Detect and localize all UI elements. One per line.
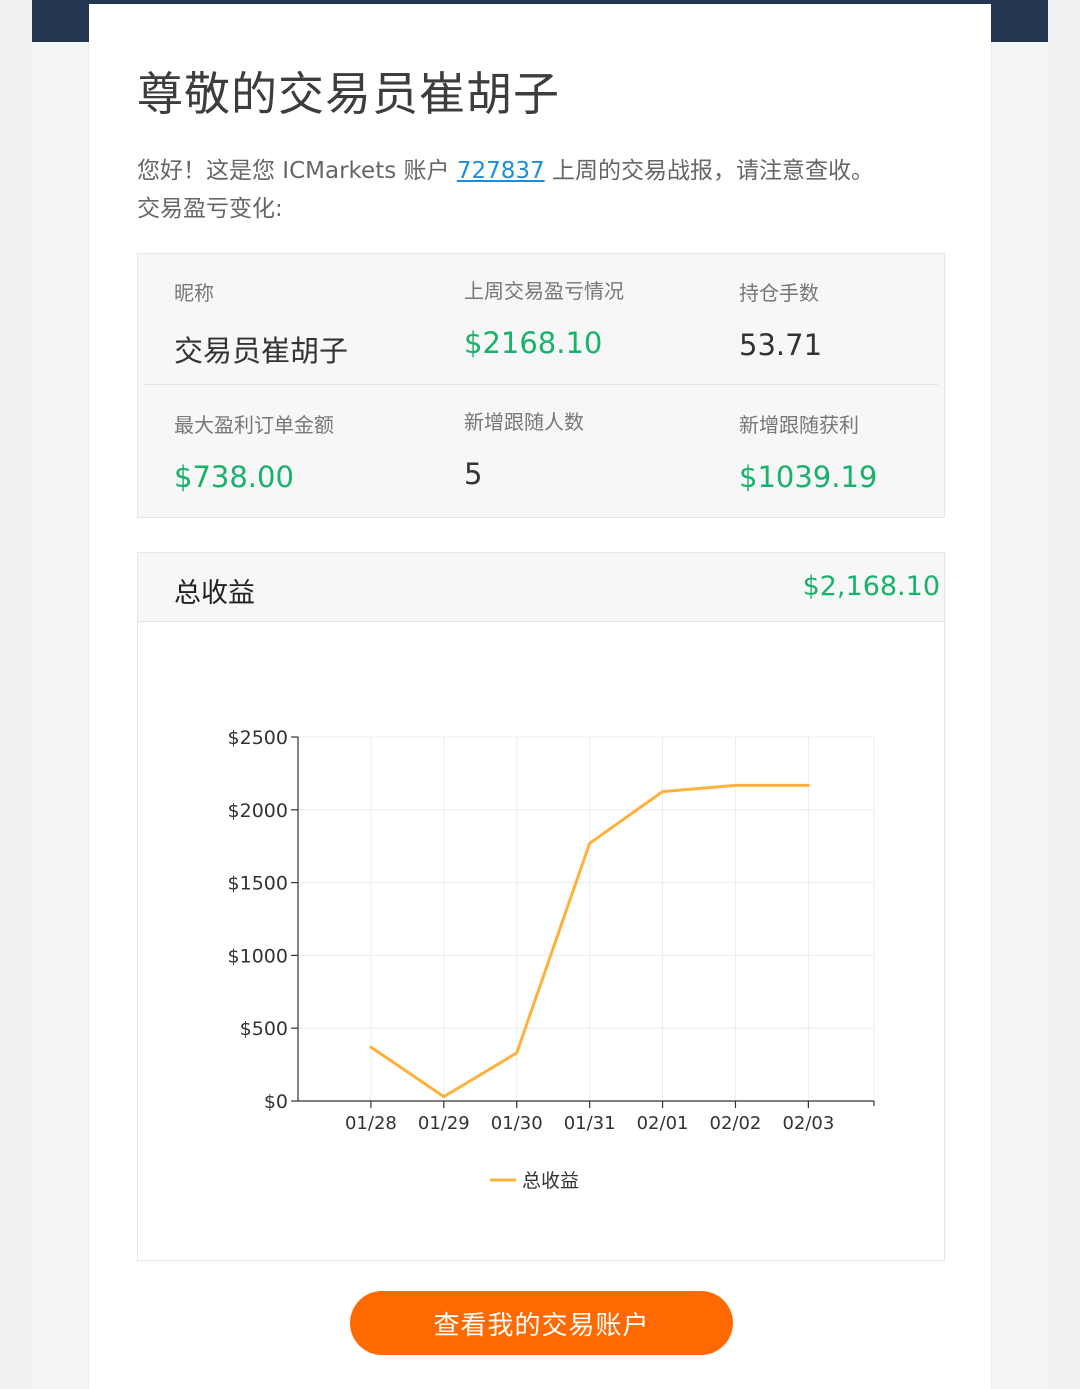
stat-value: $738.00 — [174, 460, 294, 494]
data-point — [661, 790, 665, 794]
right-margin — [992, 42, 1048, 1389]
stat-value: 5 — [464, 457, 483, 491]
stats-divider — [144, 384, 938, 385]
stat-label: 持仓手数 — [739, 281, 819, 305]
stat-label: 新增跟随人数 — [464, 410, 584, 434]
data-point — [442, 1095, 446, 1099]
y-tick-label: $1500 — [228, 873, 288, 895]
stat-label: 最大盈利订单金额 — [174, 413, 334, 437]
view-trading-account-button[interactable]: 查看我的交易账户 — [350, 1291, 733, 1355]
intro-prefix: 您好！这是您 ICMarkets 账户 — [137, 158, 457, 184]
data-point — [515, 1051, 519, 1055]
data-point — [806, 783, 810, 787]
stat-weekly-pnl: 上周交易盈亏情况 $2168.10 — [464, 275, 624, 360]
y-tick-label: $2500 — [228, 727, 288, 749]
stat-nickname: 昵称 交易员崔胡子 — [174, 277, 348, 370]
x-tick-label: 01/31 — [564, 1113, 616, 1134]
stat-follower-profit: 新增跟随获利 $1039.19 — [739, 409, 877, 494]
stat-label: 新增跟随获利 — [739, 413, 859, 437]
stats-panel: 昵称 交易员崔胡子 上周交易盈亏情况 $2168.10 持仓手数 53.71 最… — [137, 253, 945, 518]
account-link[interactable]: 727837 — [457, 158, 545, 184]
data-point — [588, 841, 592, 845]
intro-suffix: 上周的交易战报，请注意查收。 — [544, 158, 874, 184]
earnings-line-chart: $0 $500 $1000 $1500 $2000 $2500 01/28 01/29 01/3… — [228, 727, 875, 1192]
pnl-change-label: 交易盈亏变化: — [137, 196, 283, 222]
left-margin — [32, 42, 88, 1389]
x-tick-label: 02/03 — [782, 1113, 834, 1134]
x-tick-label: 02/01 — [637, 1113, 689, 1134]
y-tick-label: $2000 — [228, 800, 288, 822]
stat-max-profit-order: 最大盈利订单金额 $738.00 — [174, 409, 334, 494]
y-tick-label: $0 — [264, 1091, 288, 1113]
stat-value: $1039.19 — [739, 460, 878, 494]
y-tick-label: $1000 — [228, 945, 288, 967]
y-tick-label: $500 — [240, 1018, 288, 1040]
page-title: 尊敬的交易员崔胡子 — [137, 67, 560, 121]
stat-label: 上周交易盈亏情况 — [464, 279, 624, 303]
legend-label: 总收益 — [522, 1170, 579, 1192]
stat-value: 53.71 — [739, 328, 823, 362]
data-point — [369, 1045, 373, 1049]
total-earnings-panel: 总收益 $2,168.10 $0 $500 $1000 $1500 $2000 $2500… — [137, 552, 945, 1261]
data-point — [733, 783, 737, 787]
stat-lots: 持仓手数 53.71 — [739, 277, 822, 362]
stat-value: $2168.10 — [464, 326, 603, 360]
stat-label: 昵称 — [174, 281, 214, 305]
stat-value: 交易员崔胡子 — [174, 334, 349, 368]
report-card: 尊敬的交易员崔胡子 您好！这是您 ICMarkets 账户 727837 上周的… — [89, 4, 991, 1389]
x-tick-label: 02/02 — [710, 1113, 762, 1134]
x-tick-label: 01/30 — [491, 1113, 543, 1134]
x-tick-label: 01/29 — [418, 1113, 470, 1134]
x-tick-label: 01/28 — [345, 1113, 397, 1134]
intro-text: 您好！这是您 ICMarkets 账户 727837 上周的交易战报，请注意查收… — [137, 152, 947, 228]
stat-new-followers: 新增跟随人数 5 — [464, 406, 584, 491]
